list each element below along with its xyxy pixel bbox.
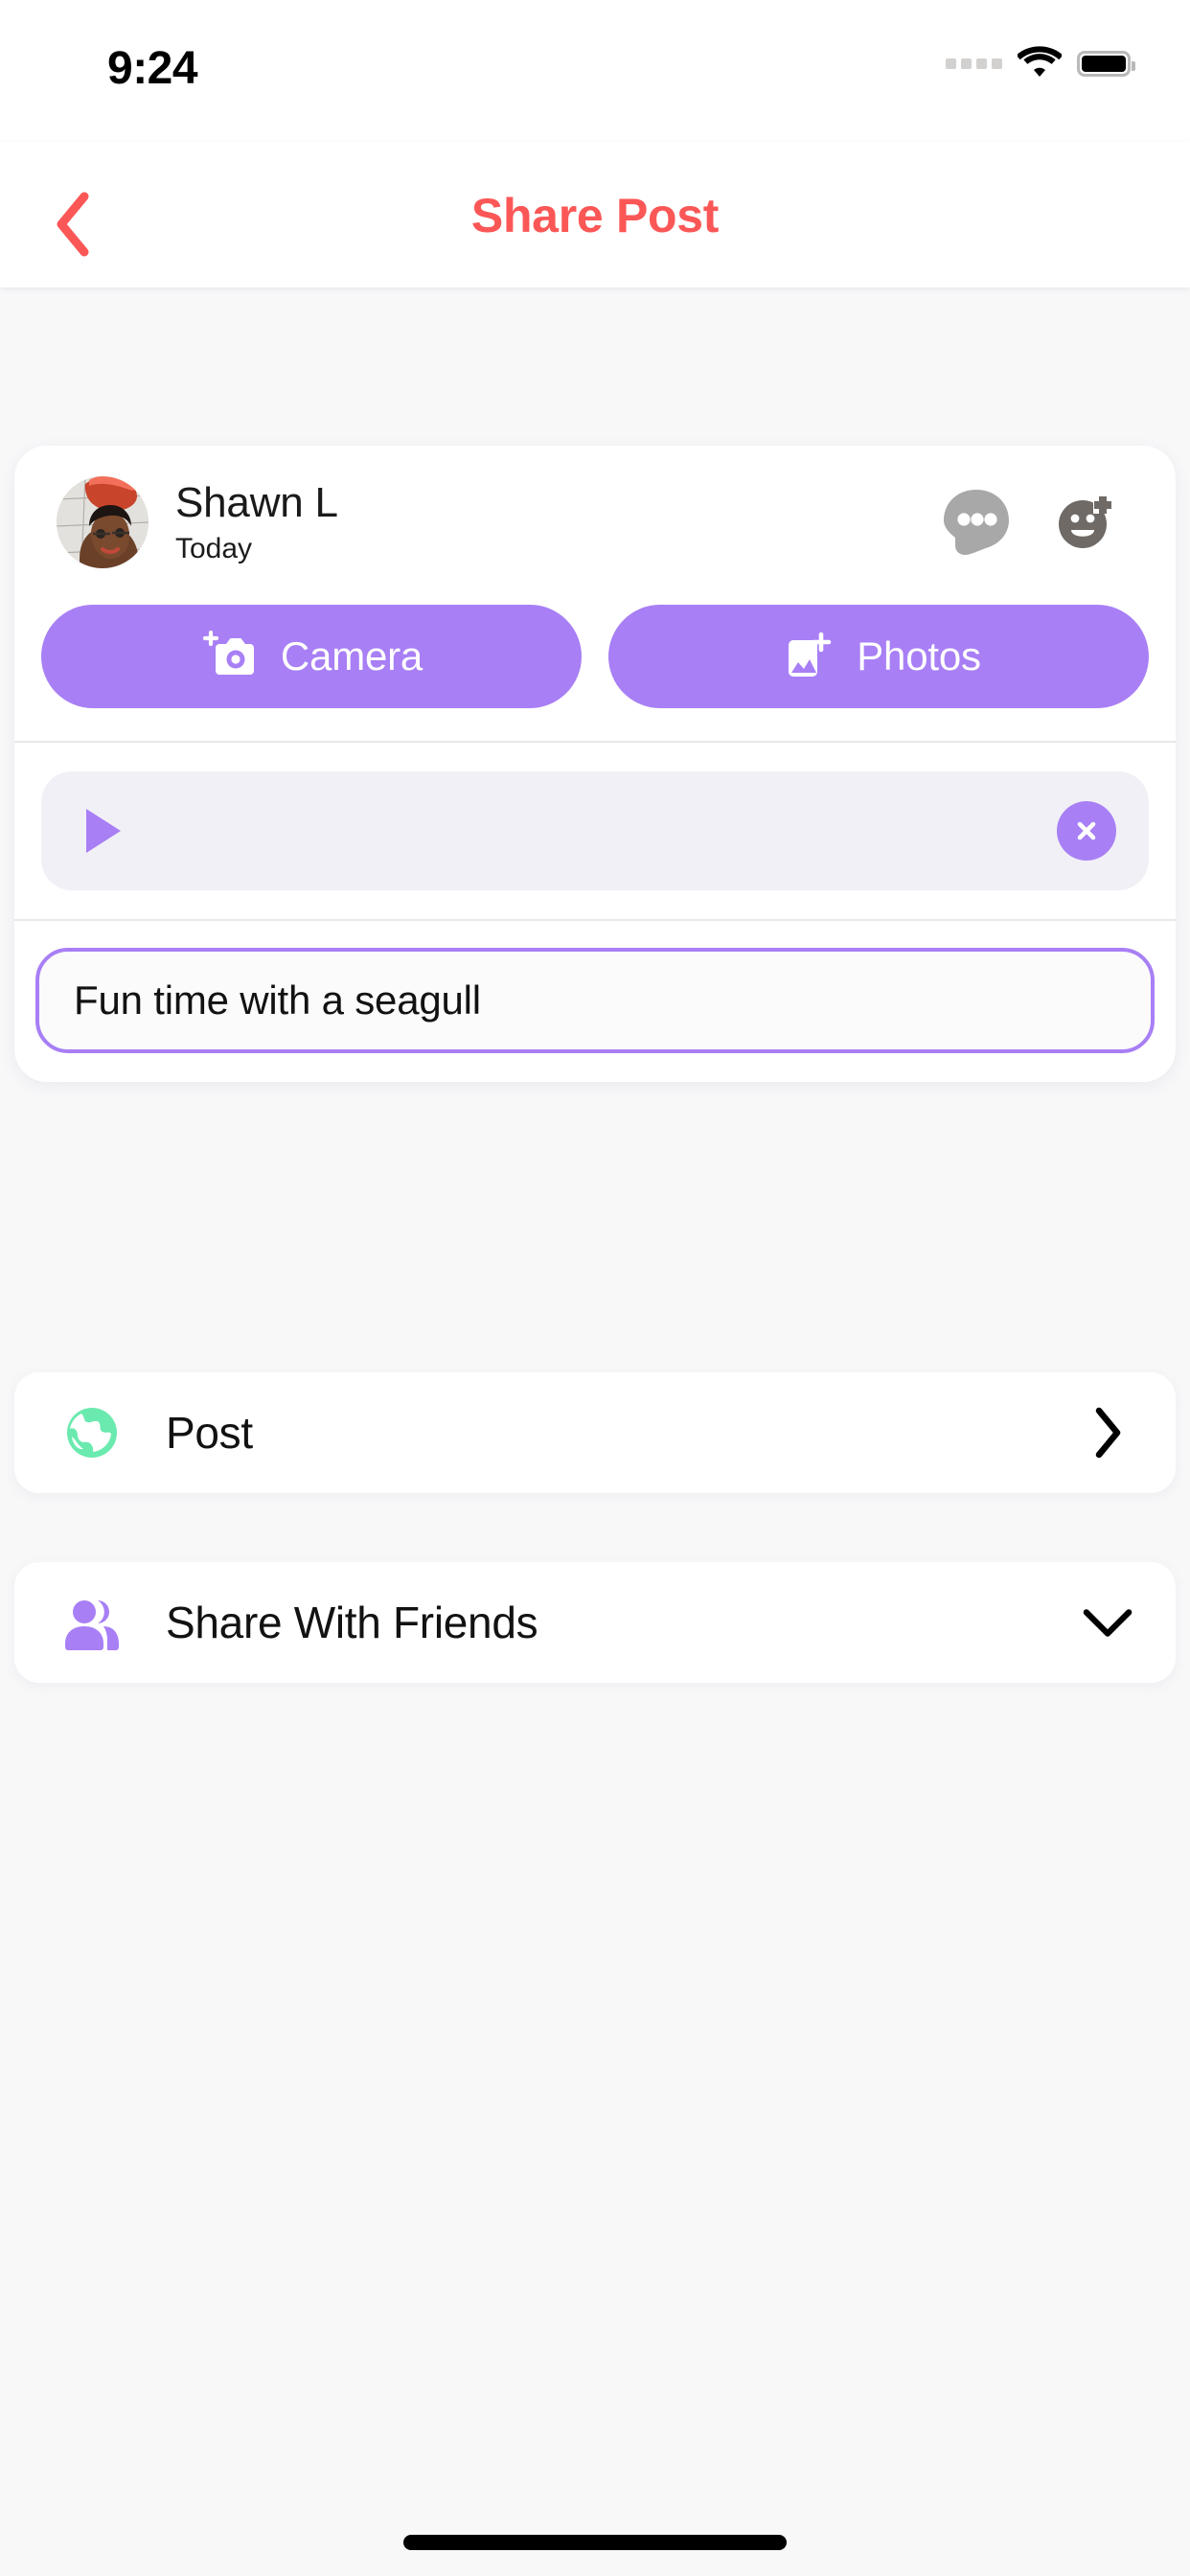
add-sticker-face-icon <box>1059 494 1112 548</box>
chevron-down-icon[interactable] <box>1082 1597 1133 1648</box>
option-row-share-with-friends[interactable]: Share With Friends <box>14 1562 1176 1683</box>
camera-button[interactable]: Camera <box>41 605 582 708</box>
comment-button[interactable] <box>938 484 1015 561</box>
globe-icon <box>62 1403 122 1462</box>
status-bar-indicators <box>946 42 1135 84</box>
option-label-post: Post <box>166 1408 253 1458</box>
close-circle-icon <box>1077 821 1096 840</box>
author-name: Shawn L <box>175 479 338 527</box>
nav-header: Share Post <box>0 142 1190 288</box>
battery-full-icon <box>1077 50 1135 77</box>
media-preview-wrap <box>14 743 1176 919</box>
camera-add-icon <box>202 630 254 675</box>
media-buttons: Camera Photos <box>14 599 1176 741</box>
remove-media-button[interactable] <box>1057 801 1116 861</box>
people-icon <box>62 1593 122 1652</box>
page-title: Share Post <box>470 189 720 242</box>
author-meta: Shawn L Today <box>175 479 938 564</box>
signal-dots-icon <box>946 58 1002 69</box>
author-row: Shawn L Today <box>14 446 1176 599</box>
comment-bubble-icon <box>944 490 1009 555</box>
option-label-share-with-friends: Share With Friends <box>166 1598 538 1647</box>
camera-button-label: Camera <box>280 633 423 678</box>
avatar[interactable] <box>57 476 149 568</box>
home-indicator-bar <box>403 2535 787 2550</box>
caption-input[interactable] <box>35 948 1155 1053</box>
photos-button-label: Photos <box>857 633 981 678</box>
photo-add-icon <box>789 632 832 677</box>
status-bar: 9:24 <box>0 0 1190 142</box>
author-actions <box>938 484 1133 561</box>
caption-wrap: Write a caption... <box>14 921 1176 1082</box>
play-triangle-icon <box>86 809 121 853</box>
photos-button[interactable]: Photos <box>608 605 1149 708</box>
app-screen: 9:24 Share Post Shawn L Today Camera Pho… <box>0 0 1190 2576</box>
add-sticker-button[interactable] <box>1055 493 1114 552</box>
wifi-icon <box>1016 45 1064 82</box>
chevron-right-icon[interactable] <box>1082 1407 1133 1459</box>
media-preview[interactable] <box>41 771 1149 890</box>
option-row-post[interactable]: Post <box>14 1372 1176 1493</box>
play-button[interactable] <box>81 806 124 856</box>
composer-card: Shawn L Today Camera Photos Fun time wit… <box>14 446 1176 1082</box>
user-avatar-photo <box>57 476 149 568</box>
author-date: Today <box>175 532 253 564</box>
status-bar-time: 9:24 <box>107 43 198 94</box>
